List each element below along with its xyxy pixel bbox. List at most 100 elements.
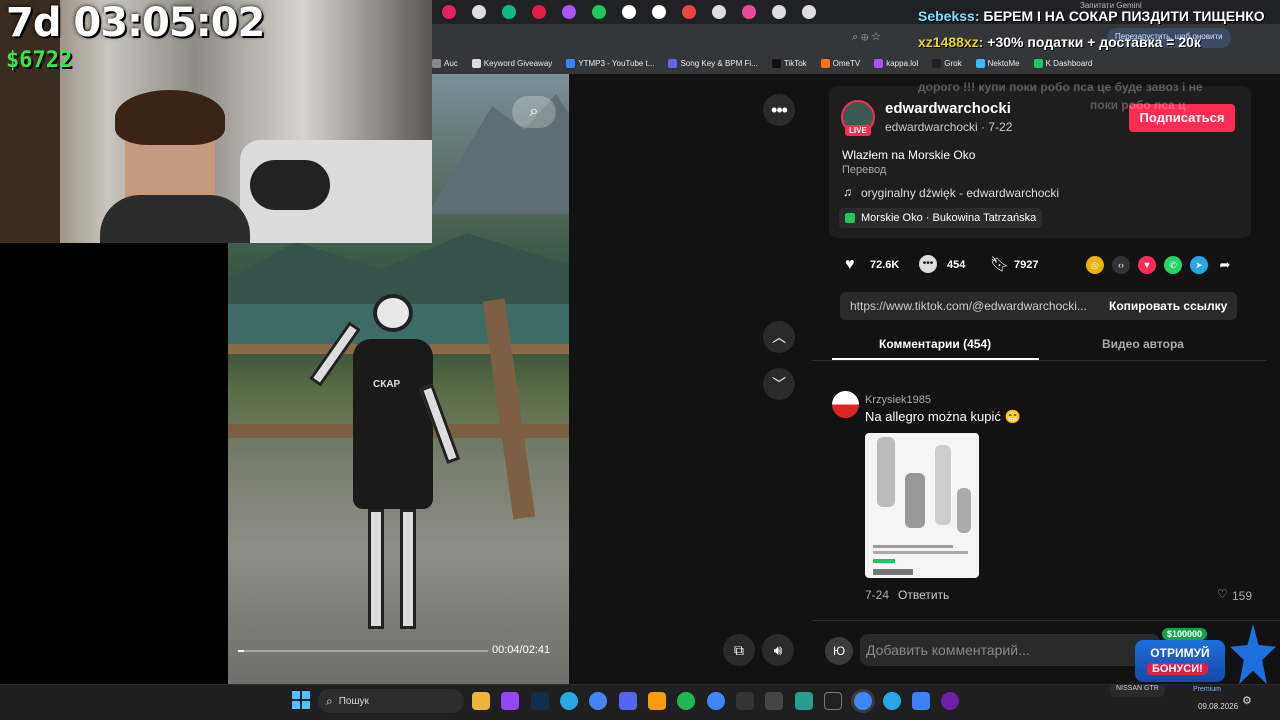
bookmark-item[interactable]: K Dashboard [1033,58,1092,68]
search-icon[interactable]: ⌕ [512,96,556,128]
bookmark-item[interactable]: kappa.lol [874,58,918,68]
pip-icon[interactable]: ⧉ [723,634,755,666]
bookmark-favicon-icon [932,58,942,68]
notification-icon[interactable]: ⚙ [1242,694,1252,707]
bookmark-item[interactable]: YTMP3 - YouTube t... [566,58,654,68]
share-icons: ◎ ‹› ▼ ✆ ➤ ➦ [1086,256,1234,274]
bookmark-item[interactable]: Auc [432,58,458,68]
tab-favicon-icon[interactable] [622,5,636,19]
stream-money: $6722 [6,48,73,73]
bookmarks-bar: Auc Keyword Giveaway YTMP3 - YouTube t... S… [432,52,1280,74]
bookmark-favicon-icon [471,58,481,68]
tab-favicon-icon[interactable] [592,5,606,19]
stream-timer: 7d 03:05:02 [6,0,265,46]
app-icon[interactable] [765,692,783,710]
tab-favicon-icon[interactable] [502,5,516,19]
tab-favicon-icon[interactable] [742,5,756,19]
tab-favicon-icon[interactable] [772,5,786,19]
bookmark-favicon-icon [975,58,985,68]
like-icon[interactable]: ♥ [845,256,855,274]
tab-favicon-icon[interactable] [442,5,456,19]
chat-text: БЕРЕМ І НА СОКАР ПИЗДИТИ ТИЩЕНКО [983,8,1265,24]
comment-like-count: 159 [1232,589,1253,603]
whatsapp-icon[interactable]: ✆ [1164,256,1182,274]
tab-favicon-icon[interactable] [652,5,666,19]
file-explorer-icon[interactable] [472,692,490,710]
bonus-line2: БОНУСИ! [1147,663,1208,675]
bookmark-label: Keyword Giveaway [483,58,553,68]
comment-username[interactable]: Krzysiek1985 [865,394,931,406]
video-progress-bar[interactable] [238,650,488,652]
tab-favicon-icon[interactable] [802,5,816,19]
bookmark-item[interactable]: OmeTV [820,58,860,68]
bookmark-item[interactable]: NektoMe [975,58,1020,68]
taskbar-search[interactable]: ⌕ Пошук [318,689,464,713]
discord-icon[interactable] [619,692,637,710]
calculator-icon[interactable] [912,692,930,710]
app-icon[interactable] [795,692,813,710]
bookmark-item[interactable]: TikTok [771,58,807,68]
spotify-icon[interactable] [677,692,695,710]
bonus-line1: ОТРИМУЙ [1150,646,1210,660]
embed-icon[interactable]: ‹› [1112,256,1130,274]
chat-message: xz1488xz: +30% податки + доставка = 20к [918,34,1201,50]
translate-icon[interactable]: ⌕ ⊕ ☆ [852,31,880,44]
car-badge: NISSAN GTR [1110,684,1165,697]
chrome-icon[interactable] [707,692,725,710]
photoshop-icon[interactable] [531,692,549,710]
robot-backpack: СКАР [353,339,433,509]
tab-author-videos[interactable]: Видео автора [1102,337,1184,351]
location-tag[interactable]: Morskie Oko · Bukowina Tatrzańska [839,208,1043,228]
bookmark-label: NektoMe [987,58,1020,68]
tab-favicon-icon[interactable] [682,5,696,19]
translate-link[interactable]: Перевод [842,164,886,176]
more-options-icon[interactable]: ••• [763,94,795,126]
coin-icon[interactable]: ◎ [1086,256,1104,274]
next-video-button[interactable]: ﹀ [763,368,795,400]
faded-chat: поки робо пса ц [1090,98,1186,112]
post-title: Wlazłem na Morskie Oko [842,148,976,162]
sound-link[interactable]: oryginalny dźwięk - edwardwarchocki [861,186,1059,200]
bookmark-item[interactable]: Grok [932,58,962,68]
bookmark-favicon-icon [668,58,678,68]
terminal-icon[interactable] [824,692,842,710]
send-icon[interactable]: ▼ [1138,256,1156,274]
prev-video-button[interactable]: ︿ [763,321,795,353]
chrome-icon[interactable] [854,692,872,710]
link-text[interactable]: https://www.tiktok.com/@edwardwarchocki.… [850,299,1087,313]
telegram-icon[interactable] [883,692,901,710]
bookmark-favicon-icon [432,58,441,68]
avatar[interactable] [832,391,859,418]
bookmark-item[interactable]: Song Key & BPM Fi... [668,58,758,68]
app-icon[interactable] [648,692,666,710]
chrome-icon[interactable] [589,692,607,710]
comment-like-icon[interactable]: ♡ [1217,587,1228,601]
page-left-area [0,243,228,684]
reply-button[interactable]: Ответить [898,588,949,602]
bookmark-favicon-icon [771,58,781,68]
volume-icon[interactable]: 🔊︎ [762,634,794,666]
windows-start-icon[interactable] [292,691,310,709]
chat-username: xz1488xz: [918,34,984,50]
bookmark-label: Song Key & BPM Fi... [680,58,758,68]
tab-favicon-icon[interactable] [562,5,576,19]
copy-link-button[interactable]: Копировать ссылку [1109,299,1227,313]
tab-favicon-icon[interactable] [472,5,486,19]
twitch-icon[interactable] [501,692,519,710]
bookmark-item[interactable]: Keyword Giveaway [471,58,553,68]
tab-favicon-icon[interactable] [532,5,546,19]
telegram-icon[interactable] [560,692,578,710]
post-username[interactable]: edwardwarchocki [885,100,1011,117]
tab-favicon-icon[interactable] [712,5,726,19]
comment-image[interactable] [865,433,979,578]
app-icon[interactable] [736,692,754,710]
tab-comments[interactable]: Комментарии (454) [879,337,991,351]
bookmark-favicon-icon [820,58,830,68]
share-arrow-icon[interactable]: ➦ [1216,256,1234,274]
bonus-banner[interactable]: $100000 ОТРИМУЙ БОНУСИ! [1135,628,1225,682]
comment-input[interactable]: Добавить комментарий... [860,634,1160,666]
bookmark-icon[interactable]: 🔖︎ [990,255,1009,273]
media-player-icon[interactable] [941,692,959,710]
comment-icon[interactable]: ••• [919,255,937,273]
telegram-icon[interactable]: ➤ [1190,256,1208,274]
